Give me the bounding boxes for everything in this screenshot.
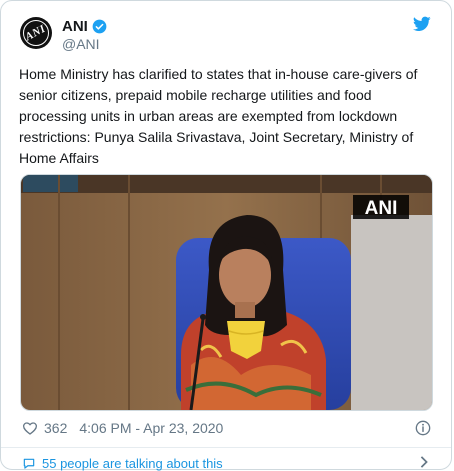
conversation-link[interactable]: 55 people are talking about this [22,456,223,471]
tweet-media-image[interactable]: ANI [20,174,433,411]
verified-badge-icon [92,19,107,34]
author-name-row[interactable]: ANI [62,18,107,35]
twitter-bird-icon[interactable] [413,16,431,32]
tweet-timestamp[interactable]: 4:06 PM - Apr 23, 2020 [79,420,223,436]
like-count[interactable]: 362 [44,420,67,436]
author-handle[interactable]: @ANI [62,36,100,52]
speech-bubble-icon [23,458,35,469]
heart-icon[interactable] [22,421,38,435]
tweet-card[interactable]: ANI ANI @ANI Home Ministry has clarified… [0,0,452,471]
talking-text[interactable]: 55 people are talking about this [42,456,223,471]
footer-divider [1,447,451,448]
tweet-text: Home Ministry has clarified to states th… [19,66,418,166]
author-name[interactable]: ANI [62,18,88,35]
tweet-meta-row: 362 4:06 PM - Apr 23, 2020 [22,420,223,436]
press-briefing-photo: ANI [21,175,432,410]
ani-watermark: ANI [365,198,398,219]
chevron-right-icon[interactable] [419,456,429,468]
info-icon[interactable] [415,420,431,436]
avatar[interactable]: ANI [20,17,52,49]
